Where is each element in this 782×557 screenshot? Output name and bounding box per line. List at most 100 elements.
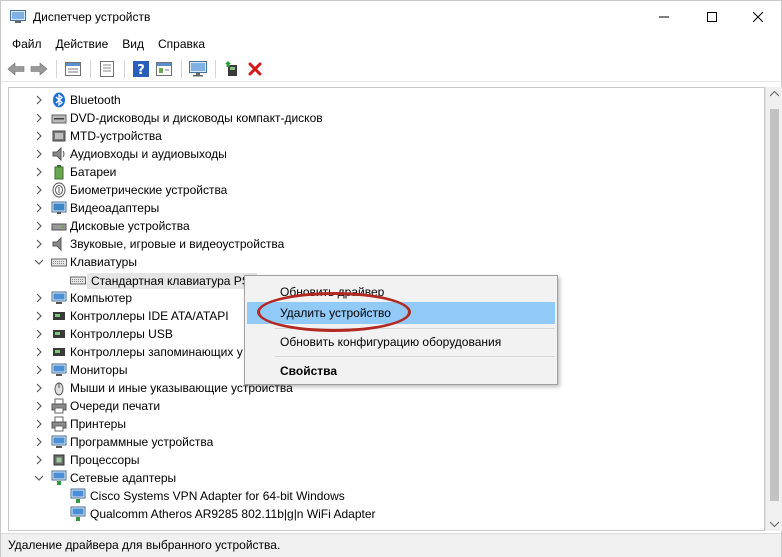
context-menu-properties[interactable]: Свойства <box>247 360 555 382</box>
chevron-right-icon[interactable] <box>34 400 44 412</box>
dvd-icon <box>51 114 67 124</box>
chevron-right-icon[interactable] <box>34 364 44 376</box>
scrollbar-thumb[interactable] <box>770 109 779 501</box>
minimize-button[interactable] <box>641 1 687 33</box>
toolbar-separator <box>215 59 216 78</box>
window-title: Диспетчер устройств <box>33 10 151 24</box>
update-button[interactable] <box>153 58 175 80</box>
tree-item-label: Биометрические устройства <box>70 183 228 197</box>
maximize-icon <box>707 12 717 22</box>
menu-bar: Файл Действие Вид Справка <box>1 33 781 55</box>
mtd-icon <box>52 130 66 142</box>
minimize-icon <box>659 16 669 18</box>
tree-item-label: Контроллеры USB <box>70 327 173 341</box>
ide-icon <box>53 312 65 320</box>
context-menu-update-driver[interactable]: Обновить драйвер <box>247 281 555 303</box>
chevron-right-icon[interactable] <box>34 328 44 340</box>
tree-item-label: Клавиатуры <box>70 255 137 269</box>
menu-help[interactable]: Справка <box>151 33 212 55</box>
chevron-right-icon[interactable] <box>34 202 44 214</box>
tree-item-label: Стандартная клавиатура PS/ <box>87 273 258 289</box>
chevron-right-icon[interactable] <box>34 454 44 466</box>
status-text: Удаление драйвера для выбранного устройс… <box>8 538 281 552</box>
tree-item-label: Компьютер <box>70 291 133 305</box>
keyboard-icon <box>51 258 67 267</box>
remove-device-button[interactable] <box>244 58 266 80</box>
software-device-icon <box>51 435 67 448</box>
disk-icon <box>51 223 67 231</box>
tree-item-label: DVD-дисководы и дисководы компакт-дисков <box>70 111 323 125</box>
chevron-right-icon[interactable] <box>34 112 44 124</box>
tree-item-label: Процессоры <box>70 453 140 467</box>
scan-button[interactable] <box>187 58 209 80</box>
display-adapter-icon <box>51 201 67 214</box>
tree-item-label: Аудиовходы и аудиовыходы <box>70 147 227 161</box>
menu-action[interactable]: Действие <box>49 33 116 55</box>
tree-item-label: Сетевые адаптеры <box>70 471 177 485</box>
help-button[interactable]: ? <box>130 58 152 80</box>
status-bar: Удаление драйвера для выбранного устройс… <box>1 533 781 557</box>
chevron-right-icon[interactable] <box>34 148 44 160</box>
scroll-down-icon[interactable] <box>770 521 779 527</box>
toolbar: ? <box>1 56 781 82</box>
menu-view[interactable]: Вид <box>115 33 151 55</box>
toolbar-separator <box>90 59 91 78</box>
chevron-right-icon[interactable] <box>34 382 44 394</box>
remove-icon <box>248 62 262 75</box>
print-queue-icon <box>51 398 67 414</box>
forward-button[interactable] <box>28 58 50 80</box>
chevron-right-icon[interactable] <box>34 292 44 304</box>
context-menu: Обновить драйвер Удалить устройство Обно… <box>244 275 558 385</box>
chevron-right-icon[interactable] <box>34 184 44 196</box>
maximize-button[interactable] <box>689 1 735 33</box>
network-adapter-icon <box>70 488 86 503</box>
chevron-right-icon[interactable] <box>34 346 44 358</box>
forward-icon <box>30 61 48 76</box>
chevron-right-icon[interactable] <box>34 436 44 448</box>
chevron-right-icon[interactable] <box>34 238 44 250</box>
chevron-right-icon[interactable] <box>34 130 44 142</box>
list-button[interactable] <box>96 58 118 80</box>
storage-icon <box>53 348 65 356</box>
close-button[interactable] <box>735 1 781 33</box>
scroll-up-icon[interactable] <box>770 91 779 97</box>
help-icon: ? <box>133 60 149 77</box>
title-bar[interactable]: Диспетчер устройств <box>1 1 781 33</box>
monitor-icon <box>189 60 207 76</box>
chevron-down-icon[interactable] <box>34 472 44 484</box>
tree-item-label: Дисковые устройства <box>70 219 190 233</box>
tree-item-label: Контроллеры запоминающих у <box>70 345 243 359</box>
chevron-right-icon[interactable] <box>34 94 44 106</box>
context-menu-label: Удалить устройство <box>280 306 391 320</box>
tree-item-label: Звуковые, игровые и видеоустройства <box>70 237 285 251</box>
tree-item-label: Мониторы <box>70 363 128 377</box>
chevron-right-icon[interactable] <box>34 418 44 430</box>
add-driver-button[interactable] <box>221 58 243 80</box>
menu-file[interactable]: Файл <box>5 33 49 55</box>
tree-item-label: Контроллеры IDE ATA/ATAPI <box>70 309 229 323</box>
bluetooth-icon <box>53 92 65 108</box>
svg-text:?: ? <box>137 63 145 77</box>
computer-icon <box>51 291 67 304</box>
properties-button[interactable] <box>62 58 84 80</box>
sound-icon <box>52 236 62 252</box>
tree-item-label: Bluetooth <box>70 93 121 107</box>
tree-item-label: Принтеры <box>70 417 126 431</box>
tree-item-label: Cisco Systems VPN Adapter for 64-bit Win… <box>90 489 345 503</box>
context-menu-label: Обновить драйвер <box>280 285 385 299</box>
processor-icon <box>53 454 65 466</box>
context-menu-scan-hardware[interactable]: Обновить конфигурацию оборудования <box>247 331 555 353</box>
chevron-right-icon[interactable] <box>34 166 44 178</box>
context-menu-label: Обновить конфигурацию оборудования <box>280 335 502 349</box>
chevron-down-icon[interactable] <box>34 256 44 268</box>
chevron-right-icon[interactable] <box>34 220 44 232</box>
toolbar-separator <box>181 59 182 78</box>
context-menu-separator <box>275 328 555 329</box>
back-button[interactable] <box>5 58 27 80</box>
fingerprint-icon <box>52 182 66 198</box>
properties-icon <box>65 61 81 76</box>
vertical-scrollbar[interactable] <box>765 87 782 531</box>
context-menu-uninstall-device[interactable]: Удалить устройство <box>247 302 555 324</box>
tree-item-label: MTD-устройства <box>70 129 162 143</box>
chevron-right-icon[interactable] <box>34 310 44 322</box>
